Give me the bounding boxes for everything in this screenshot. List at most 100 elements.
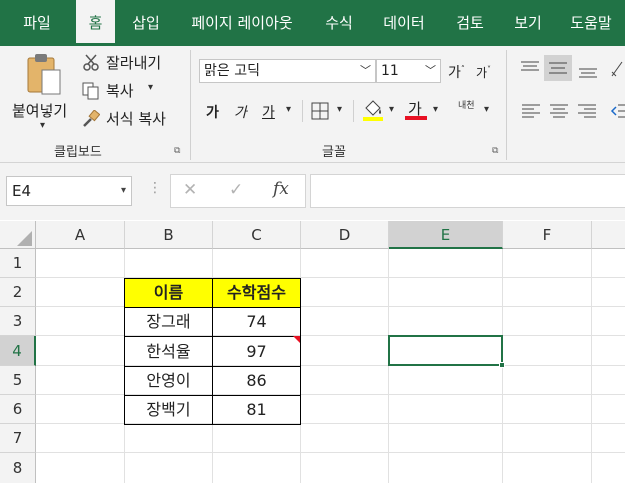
align-left-icon[interactable] <box>522 104 540 118</box>
align-center-icon[interactable] <box>550 104 568 118</box>
chevron-down-icon: ﹀ <box>360 64 371 77</box>
chevron-down-icon[interactable]: ▾ <box>337 104 342 115</box>
italic-button[interactable]: 가 <box>234 102 247 122</box>
paste-icon <box>27 54 61 95</box>
active-cell-e4[interactable] <box>388 335 503 366</box>
copy-button[interactable]: 복사 ▾ <box>82 80 162 102</box>
formula-buttons: ✕ ✓ fx <box>170 174 306 208</box>
gridline <box>591 249 592 483</box>
underline-button[interactable]: 가 <box>262 102 275 122</box>
row-header-7[interactable]: 7 <box>0 424 36 453</box>
chevron-down-icon: ▾ <box>120 185 126 196</box>
column-header-e[interactable]: E <box>389 221 503 249</box>
comment-indicator-icon[interactable] <box>293 336 300 343</box>
middle-align-button[interactable] <box>544 55 572 81</box>
tab-data[interactable]: 데이터 <box>379 0 429 46</box>
shrink-font-button[interactable]: 가˅ <box>476 64 491 81</box>
cell-b4[interactable]: 한석율 <box>125 337 213 367</box>
font-color-button[interactable]: 가 <box>405 96 429 122</box>
chevron-down-icon[interactable]: ▾ <box>389 104 394 115</box>
row-header-6[interactable]: 6 <box>0 395 36 424</box>
tab-view[interactable]: 보기 <box>508 0 548 46</box>
borders-icon[interactable] <box>311 102 329 120</box>
cell-b5[interactable]: 안영이 <box>125 367 213 396</box>
cell-c2[interactable]: 수학점수 <box>213 279 301 308</box>
row-header-2[interactable]: 2 <box>0 278 36 307</box>
copy-label: 복사 <box>106 82 134 100</box>
gridline <box>388 249 389 483</box>
cell-c6[interactable]: 81 <box>213 396 301 425</box>
row-header-4[interactable]: 4 <box>0 336 36 366</box>
tab-formulas[interactable]: 수식 <box>319 0 359 46</box>
paste-button[interactable]: 붙여넣기 ▾ <box>10 52 78 132</box>
tab-file[interactable]: 파일 <box>12 0 62 46</box>
group-divider <box>506 50 507 160</box>
name-box-value: E4 <box>12 182 32 200</box>
insert-function-icon[interactable]: fx <box>273 179 289 199</box>
column-header-c[interactable]: C <box>213 221 301 249</box>
grow-font-button[interactable]: 가˄ <box>448 62 465 82</box>
font-color-swatch <box>405 116 427 120</box>
cut-label: 잘라내기 <box>106 54 162 72</box>
top-align-icon[interactable] <box>520 60 540 76</box>
format-painter-label: 서식 복사 <box>106 110 166 128</box>
paintbrush-icon <box>83 110 100 127</box>
fill-handle[interactable] <box>499 362 505 368</box>
chevron-down-icon: ▾ <box>40 120 46 131</box>
shrink-font-glyph: 가 <box>476 66 488 80</box>
ribbon-tab-bar: 파일 홈 삽입 페이지 레이아웃 수식 데이터 검토 보기 도움말 <box>0 0 625 46</box>
enter-icon[interactable]: ✓ <box>229 180 243 200</box>
decrease-indent-icon[interactable] <box>610 102 625 120</box>
cut-button[interactable]: 잘라내기 <box>82 52 172 74</box>
phonetic-guide-button[interactable]: 내천 <box>458 101 475 111</box>
column-header-g[interactable] <box>592 221 625 249</box>
paste-label: 붙여넣기 <box>12 102 68 120</box>
bottom-align-icon[interactable] <box>578 64 598 80</box>
font-size-combo[interactable]: 11 ﹀ <box>376 59 441 83</box>
tab-insert[interactable]: 삽입 <box>126 0 166 46</box>
drag-handle-icon[interactable]: ⋮ <box>148 180 162 196</box>
column-header-d[interactable]: D <box>301 221 389 249</box>
column-header-f[interactable]: F <box>503 221 592 249</box>
chevron-down-icon[interactable]: ▾ <box>484 104 489 115</box>
tab-help[interactable]: 도움말 <box>566 0 616 46</box>
data-table: 이름 수학점수 장그래 74 한석율 97 안영이 86 장백기 81 <box>124 278 301 425</box>
cell-c3[interactable]: 74 <box>213 308 301 337</box>
cell-b2[interactable]: 이름 <box>125 279 213 308</box>
row-header-5[interactable]: 5 <box>0 366 36 395</box>
row-header-8[interactable]: 8 <box>0 453 36 483</box>
column-header-a[interactable]: A <box>36 221 125 249</box>
dialog-launcher-icon[interactable]: ⧉ <box>174 146 180 156</box>
cell-b3[interactable]: 장그래 <box>125 308 213 337</box>
tab-home[interactable]: 홈 <box>76 0 115 46</box>
chevron-down-icon[interactable]: ▾ <box>433 104 438 115</box>
cell-b6[interactable]: 장백기 <box>125 396 213 425</box>
dialog-launcher-icon[interactable]: ⧉ <box>492 146 498 156</box>
column-header-b[interactable]: B <box>125 221 213 249</box>
cancel-icon[interactable]: ✕ <box>183 180 197 200</box>
row-header-3[interactable]: 3 <box>0 307 36 336</box>
select-all-triangle-icon <box>17 231 32 246</box>
copy-icon <box>82 82 99 100</box>
scissors-icon <box>83 54 99 71</box>
divider <box>353 100 354 122</box>
chevron-down-icon: ﹀ <box>425 64 436 77</box>
font-name-value: 맑은 고딕 <box>204 63 260 79</box>
orientation-icon[interactable] <box>610 60 625 78</box>
fill-color-icon[interactable] <box>362 98 384 122</box>
row-header-1[interactable]: 1 <box>0 249 36 278</box>
font-group-label: 글꼴 <box>322 145 346 160</box>
select-all-button[interactable] <box>0 221 36 249</box>
align-right-icon[interactable] <box>578 104 596 118</box>
font-size-value: 11 <box>381 63 399 79</box>
font-name-combo[interactable]: 맑은 고딕 ﹀ <box>199 59 376 83</box>
tab-review[interactable]: 검토 <box>450 0 490 46</box>
bold-button[interactable]: 가 <box>206 102 219 122</box>
cell-c5[interactable]: 86 <box>213 367 301 396</box>
name-box[interactable]: E4 ▾ <box>6 176 132 206</box>
tab-page-layout[interactable]: 페이지 레이아웃 <box>186 0 298 46</box>
chevron-down-icon[interactable]: ▾ <box>286 104 291 115</box>
formula-input[interactable] <box>310 174 625 208</box>
cell-c4[interactable]: 97 <box>213 337 301 367</box>
format-painter-button[interactable]: 서식 복사 <box>82 108 174 130</box>
